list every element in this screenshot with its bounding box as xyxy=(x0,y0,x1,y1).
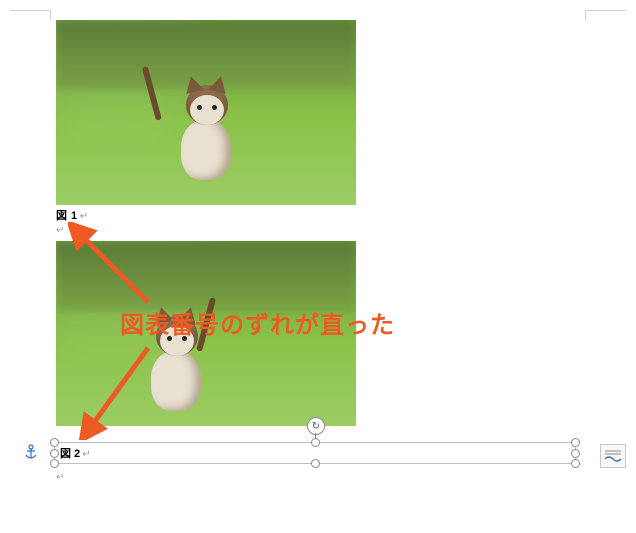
layout-options-button[interactable] xyxy=(600,444,626,468)
paragraph-mark-icon: ↵ xyxy=(56,472,64,483)
resize-handle[interactable] xyxy=(50,438,59,447)
annotation-label: 図表番号のずれが直った xyxy=(120,305,395,340)
resize-handle[interactable] xyxy=(50,459,59,468)
resize-handle[interactable] xyxy=(50,449,59,458)
figure-1-caption[interactable]: 図 1↵ xyxy=(56,207,616,223)
annotation-arrow xyxy=(68,222,158,312)
paragraph-mark-icon: ↵ xyxy=(82,449,90,460)
resize-handle[interactable] xyxy=(311,459,320,468)
figure-1-image[interactable] xyxy=(56,20,356,205)
resize-handle[interactable] xyxy=(311,438,320,447)
page-margin-guide xyxy=(586,10,626,11)
figure-2-caption-text: 図 2 xyxy=(60,448,80,460)
rotate-handle-icon[interactable] xyxy=(307,417,325,435)
page-margin-guide xyxy=(50,10,51,20)
layout-options-icon xyxy=(604,449,622,463)
paragraph-mark-icon: ↵ xyxy=(80,211,89,222)
figure-2-caption[interactable]: 図 2↵ xyxy=(60,445,91,461)
figure-1-caption-text: 図 1 xyxy=(56,210,78,222)
caption-textbox-selection[interactable] xyxy=(54,442,576,464)
page-margin-guide xyxy=(10,10,50,11)
resize-handle[interactable] xyxy=(571,449,580,458)
anchor-icon xyxy=(24,444,38,460)
resize-handle[interactable] xyxy=(571,459,580,468)
annotation-arrow xyxy=(78,340,168,440)
page-margin-guide xyxy=(585,10,586,20)
resize-handle[interactable] xyxy=(571,438,580,447)
